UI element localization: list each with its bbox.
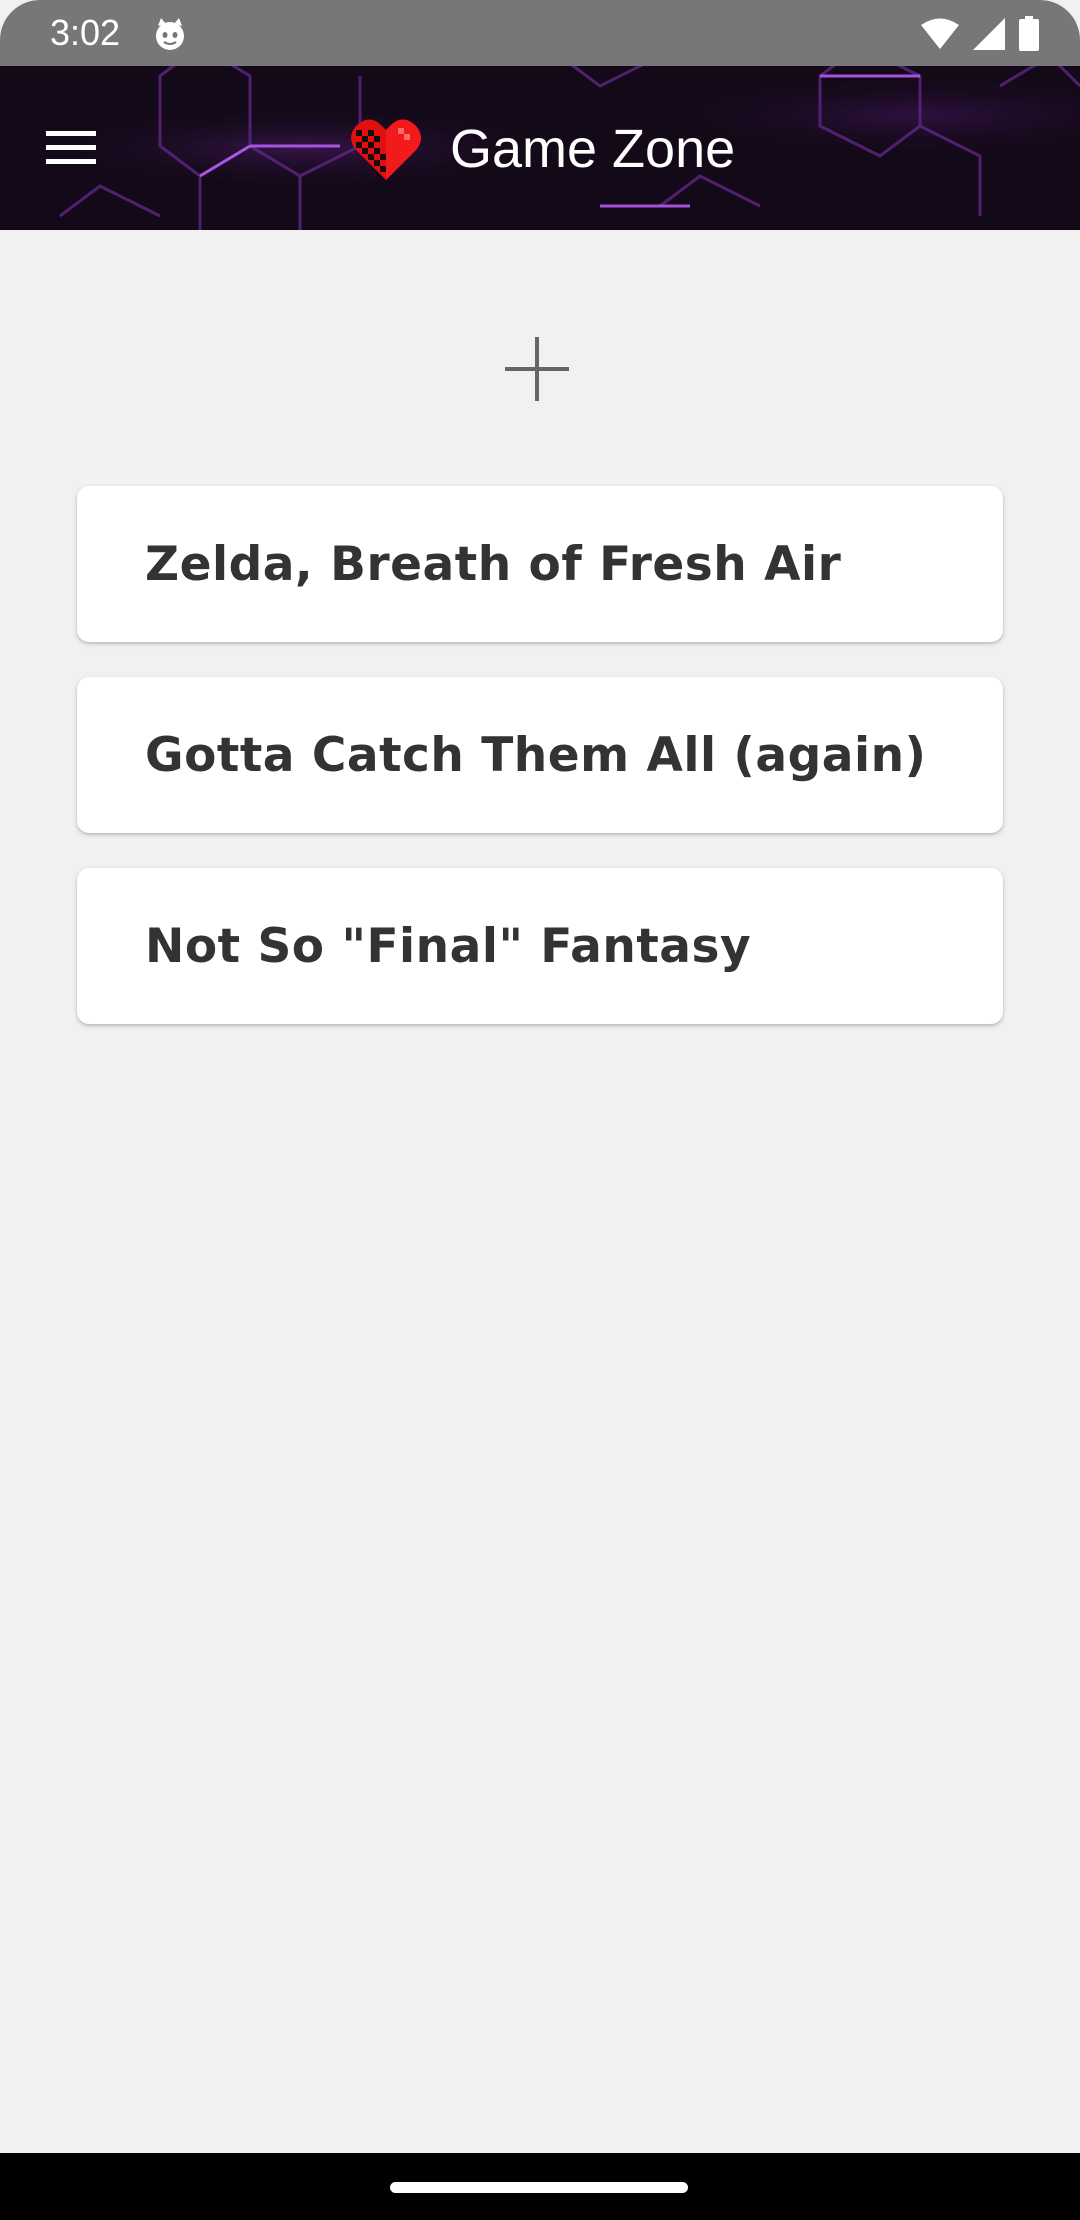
game-card[interactable]: Zelda, Breath of Fresh Air [77, 486, 1003, 642]
cat-face-icon [156, 18, 184, 50]
add-game-button[interactable] [490, 322, 584, 416]
game-card[interactable]: Gotta Catch Them All (again) [77, 677, 1003, 833]
game-card[interactable]: Not So "Final" Fantasy [77, 868, 1003, 1024]
game-list: Zelda, Breath of Fresh Air Gotta Catch T… [77, 486, 1003, 1059]
app-bar: Game Zone [0, 66, 1080, 230]
battery-icon [1019, 16, 1039, 51]
wifi-icon [921, 18, 959, 49]
game-card-title: Gotta Catch Them All (again) [145, 727, 927, 783]
status-icons [920, 14, 1040, 54]
signal-icon [973, 18, 1005, 50]
menu-button[interactable] [30, 112, 112, 184]
game-card-title: Not So "Final" Fantasy [145, 918, 752, 974]
pixel-heart-icon [351, 119, 421, 180]
app-title: Game Zone [450, 119, 736, 179]
game-card-title: Zelda, Breath of Fresh Air [145, 536, 842, 592]
hamburger-menu-icon [46, 131, 96, 164]
plus-icon [505, 337, 569, 401]
status-time: 3:02 [50, 12, 121, 53]
navigation-bar [0, 2153, 1080, 2220]
screen: 3:02 Game Zone Zelda, Breath of Fresh Ai… [0, 0, 1080, 2220]
status-bar: 3:02 [0, 0, 1080, 66]
home-gesture-handle[interactable] [390, 2182, 688, 2193]
